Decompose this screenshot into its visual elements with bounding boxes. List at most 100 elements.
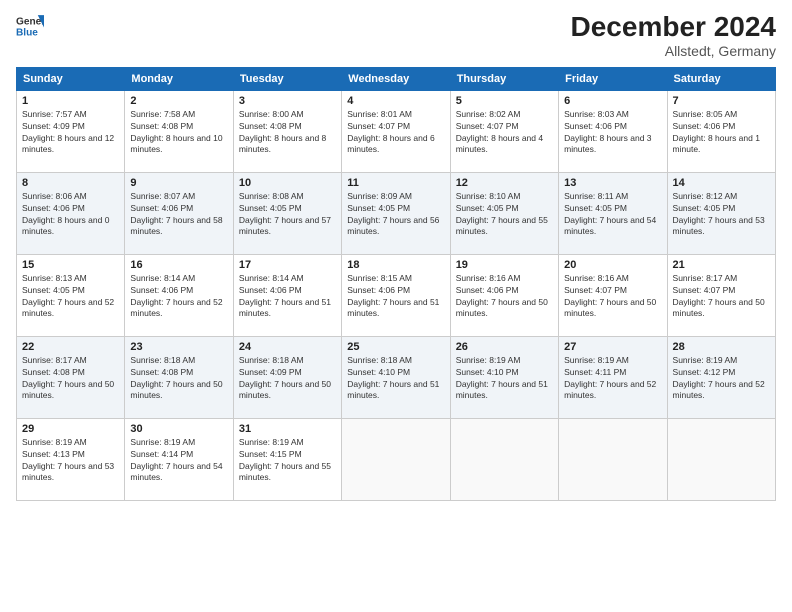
table-row: 14 Sunrise: 8:12 AM Sunset: 4:05 PM Dayl…: [667, 172, 775, 254]
day-number: 25: [347, 341, 444, 353]
day-info: Sunrise: 8:16 AM Sunset: 4:07 PM Dayligh…: [564, 273, 661, 321]
table-row: 19 Sunrise: 8:16 AM Sunset: 4:06 PM Dayl…: [450, 254, 558, 336]
day-info: Sunrise: 8:18 AM Sunset: 4:08 PM Dayligh…: [130, 355, 227, 403]
day-info: Sunrise: 8:17 AM Sunset: 4:07 PM Dayligh…: [673, 273, 770, 321]
day-info: Sunrise: 8:01 AM Sunset: 4:07 PM Dayligh…: [347, 109, 444, 157]
day-number: 16: [130, 259, 227, 271]
page: General Blue December 2024 Allstedt, Ger…: [0, 0, 792, 612]
calendar-row-4: 29 Sunrise: 8:19 AM Sunset: 4:13 PM Dayl…: [17, 418, 776, 500]
table-row: 5 Sunrise: 8:02 AM Sunset: 4:07 PM Dayli…: [450, 90, 558, 172]
day-info: Sunrise: 8:02 AM Sunset: 4:07 PM Dayligh…: [456, 109, 553, 157]
day-number: 8: [22, 177, 119, 189]
table-row: [342, 418, 450, 500]
table-row: 13 Sunrise: 8:11 AM Sunset: 4:05 PM Dayl…: [559, 172, 667, 254]
table-row: [559, 418, 667, 500]
day-number: 14: [673, 177, 770, 189]
col-monday: Monday: [125, 67, 233, 90]
day-info: Sunrise: 8:19 AM Sunset: 4:13 PM Dayligh…: [22, 437, 119, 485]
table-row: 9 Sunrise: 8:07 AM Sunset: 4:06 PM Dayli…: [125, 172, 233, 254]
day-number: 15: [22, 259, 119, 271]
table-row: 18 Sunrise: 8:15 AM Sunset: 4:06 PM Dayl…: [342, 254, 450, 336]
day-number: 29: [22, 423, 119, 435]
table-row: 15 Sunrise: 8:13 AM Sunset: 4:05 PM Dayl…: [17, 254, 125, 336]
day-info: Sunrise: 8:10 AM Sunset: 4:05 PM Dayligh…: [456, 191, 553, 239]
table-row: [667, 418, 775, 500]
day-info: Sunrise: 7:57 AM Sunset: 4:09 PM Dayligh…: [22, 109, 119, 157]
table-row: 26 Sunrise: 8:19 AM Sunset: 4:10 PM Dayl…: [450, 336, 558, 418]
col-tuesday: Tuesday: [233, 67, 341, 90]
table-row: 12 Sunrise: 8:10 AM Sunset: 4:05 PM Dayl…: [450, 172, 558, 254]
logo-icon: General Blue: [16, 12, 44, 40]
table-row: 29 Sunrise: 8:19 AM Sunset: 4:13 PM Dayl…: [17, 418, 125, 500]
day-info: Sunrise: 8:05 AM Sunset: 4:06 PM Dayligh…: [673, 109, 770, 157]
day-info: Sunrise: 8:19 AM Sunset: 4:15 PM Dayligh…: [239, 437, 336, 485]
table-row: 2 Sunrise: 7:58 AM Sunset: 4:08 PM Dayli…: [125, 90, 233, 172]
day-number: 30: [130, 423, 227, 435]
table-row: 17 Sunrise: 8:14 AM Sunset: 4:06 PM Dayl…: [233, 254, 341, 336]
title-area: December 2024 Allstedt, Germany: [571, 12, 776, 59]
table-row: 23 Sunrise: 8:18 AM Sunset: 4:08 PM Dayl…: [125, 336, 233, 418]
day-info: Sunrise: 8:03 AM Sunset: 4:06 PM Dayligh…: [564, 109, 661, 157]
day-info: Sunrise: 8:17 AM Sunset: 4:08 PM Dayligh…: [22, 355, 119, 403]
day-info: Sunrise: 7:58 AM Sunset: 4:08 PM Dayligh…: [130, 109, 227, 157]
day-number: 1: [22, 95, 119, 107]
table-row: 8 Sunrise: 8:06 AM Sunset: 4:06 PM Dayli…: [17, 172, 125, 254]
table-row: 4 Sunrise: 8:01 AM Sunset: 4:07 PM Dayli…: [342, 90, 450, 172]
table-row: 31 Sunrise: 8:19 AM Sunset: 4:15 PM Dayl…: [233, 418, 341, 500]
day-number: 3: [239, 95, 336, 107]
table-row: 22 Sunrise: 8:17 AM Sunset: 4:08 PM Dayl…: [17, 336, 125, 418]
day-number: 5: [456, 95, 553, 107]
day-info: Sunrise: 8:09 AM Sunset: 4:05 PM Dayligh…: [347, 191, 444, 239]
day-info: Sunrise: 8:06 AM Sunset: 4:06 PM Dayligh…: [22, 191, 119, 239]
day-number: 4: [347, 95, 444, 107]
day-number: 23: [130, 341, 227, 353]
day-info: Sunrise: 8:13 AM Sunset: 4:05 PM Dayligh…: [22, 273, 119, 321]
day-number: 24: [239, 341, 336, 353]
col-friday: Friday: [559, 67, 667, 90]
table-row: 21 Sunrise: 8:17 AM Sunset: 4:07 PM Dayl…: [667, 254, 775, 336]
day-number: 13: [564, 177, 661, 189]
day-number: 26: [456, 341, 553, 353]
day-info: Sunrise: 8:12 AM Sunset: 4:05 PM Dayligh…: [673, 191, 770, 239]
day-info: Sunrise: 8:19 AM Sunset: 4:11 PM Dayligh…: [564, 355, 661, 403]
day-info: Sunrise: 8:08 AM Sunset: 4:05 PM Dayligh…: [239, 191, 336, 239]
logo: General Blue: [16, 12, 44, 40]
day-info: Sunrise: 8:19 AM Sunset: 4:10 PM Dayligh…: [456, 355, 553, 403]
day-number: 10: [239, 177, 336, 189]
day-number: 21: [673, 259, 770, 271]
day-number: 27: [564, 341, 661, 353]
day-number: 20: [564, 259, 661, 271]
day-info: Sunrise: 8:18 AM Sunset: 4:10 PM Dayligh…: [347, 355, 444, 403]
day-info: Sunrise: 8:19 AM Sunset: 4:14 PM Dayligh…: [130, 437, 227, 485]
day-number: 6: [564, 95, 661, 107]
col-sunday: Sunday: [17, 67, 125, 90]
calendar-row-0: 1 Sunrise: 7:57 AM Sunset: 4:09 PM Dayli…: [17, 90, 776, 172]
table-row: 24 Sunrise: 8:18 AM Sunset: 4:09 PM Dayl…: [233, 336, 341, 418]
col-saturday: Saturday: [667, 67, 775, 90]
day-number: 17: [239, 259, 336, 271]
col-wednesday: Wednesday: [342, 67, 450, 90]
calendar-row-2: 15 Sunrise: 8:13 AM Sunset: 4:05 PM Dayl…: [17, 254, 776, 336]
table-row: 27 Sunrise: 8:19 AM Sunset: 4:11 PM Dayl…: [559, 336, 667, 418]
day-number: 22: [22, 341, 119, 353]
table-row: 30 Sunrise: 8:19 AM Sunset: 4:14 PM Dayl…: [125, 418, 233, 500]
calendar: Sunday Monday Tuesday Wednesday Thursday…: [16, 67, 776, 501]
location: Allstedt, Germany: [571, 43, 776, 59]
day-number: 18: [347, 259, 444, 271]
day-number: 9: [130, 177, 227, 189]
table-row: 1 Sunrise: 7:57 AM Sunset: 4:09 PM Dayli…: [17, 90, 125, 172]
day-number: 19: [456, 259, 553, 271]
day-number: 28: [673, 341, 770, 353]
table-row: 7 Sunrise: 8:05 AM Sunset: 4:06 PM Dayli…: [667, 90, 775, 172]
col-thursday: Thursday: [450, 67, 558, 90]
day-number: 2: [130, 95, 227, 107]
day-number: 7: [673, 95, 770, 107]
table-row: 3 Sunrise: 8:00 AM Sunset: 4:08 PM Dayli…: [233, 90, 341, 172]
calendar-header-row: Sunday Monday Tuesday Wednesday Thursday…: [17, 67, 776, 90]
header: General Blue December 2024 Allstedt, Ger…: [16, 12, 776, 59]
day-info: Sunrise: 8:11 AM Sunset: 4:05 PM Dayligh…: [564, 191, 661, 239]
day-info: Sunrise: 8:15 AM Sunset: 4:06 PM Dayligh…: [347, 273, 444, 321]
table-row: [450, 418, 558, 500]
month-title: December 2024: [571, 12, 776, 43]
table-row: 11 Sunrise: 8:09 AM Sunset: 4:05 PM Dayl…: [342, 172, 450, 254]
